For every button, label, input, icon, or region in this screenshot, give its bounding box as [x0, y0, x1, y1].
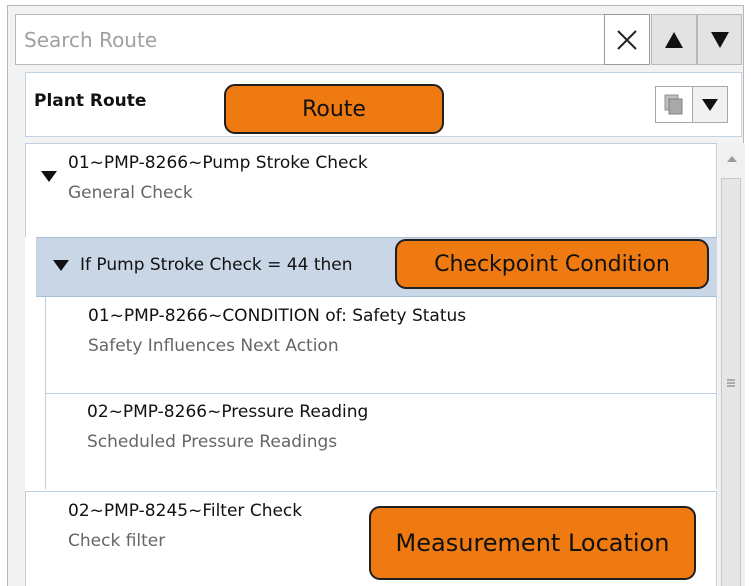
search-input[interactable] [15, 14, 605, 65]
item-description: Check filter [68, 531, 166, 551]
item-description: Scheduled Pressure Readings [87, 432, 338, 452]
measurement-location-callout: Measurement Location [369, 506, 696, 580]
item-name: 02~PMP-8266~Pressure Reading [87, 402, 369, 422]
scroll-grip-icon [727, 379, 735, 386]
condition-text: If Pump Stroke Check = 44 then [80, 255, 353, 275]
route-actions [655, 86, 728, 123]
copy-icon [664, 94, 683, 115]
arrow-down-icon [710, 31, 729, 48]
item-description: Safety Influences Next Action [88, 336, 339, 356]
previous-result-button[interactable] [651, 14, 697, 65]
route-title: Plant Route [34, 91, 147, 111]
item-name: 01~PMP-8266~CONDITION of: Safety Status [88, 306, 467, 326]
item-name: 02~PMP-8245~Filter Check [68, 501, 303, 521]
item-name: 01~PMP-8266~Pump Stroke Check [68, 153, 368, 173]
scroll-thumb[interactable] [721, 178, 741, 586]
route-menu-dropdown[interactable] [693, 87, 727, 122]
triangle-down-icon[interactable] [53, 260, 69, 271]
next-result-button[interactable] [697, 14, 742, 65]
copy-route-button[interactable] [656, 87, 693, 122]
list-item[interactable]: 01~PMP-8266~CONDITION of: Safety Status … [45, 297, 717, 393]
clear-search-button[interactable] [604, 14, 650, 65]
list-item[interactable]: 01~PMP-8266~Pump Stroke Check General Ch… [25, 143, 717, 237]
list-item[interactable]: 02~PMP-8266~Pressure Reading Scheduled P… [45, 393, 717, 489]
chevron-down-icon [702, 98, 718, 111]
triangle-down-icon[interactable] [41, 171, 57, 182]
route-callout: Route [224, 84, 444, 134]
close-icon [617, 29, 637, 50]
scroll-up-button[interactable] [718, 143, 745, 175]
item-description: General Check [68, 183, 193, 203]
vertical-scrollbar[interactable] [718, 143, 745, 586]
arrow-up-icon [726, 156, 737, 162]
arrow-up-icon [665, 31, 683, 48]
checkpoint-condition-callout: Checkpoint Condition [395, 239, 709, 289]
